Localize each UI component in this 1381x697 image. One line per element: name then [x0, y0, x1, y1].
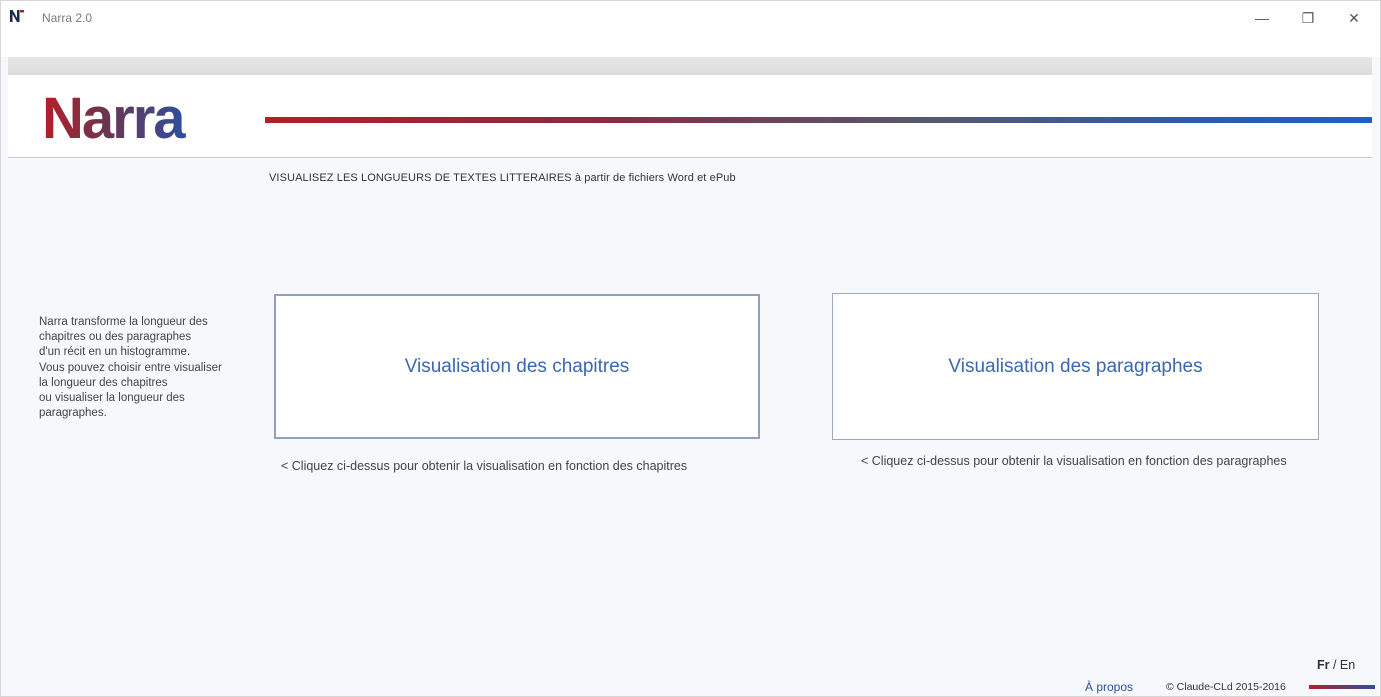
window-title: Narra 2.0	[42, 11, 93, 25]
header-gradient-line	[265, 117, 1372, 123]
close-button[interactable]: ✕	[1331, 5, 1377, 31]
toolbar-band	[8, 57, 1372, 75]
tagline: VISUALISEZ LES LONGUEURS DE TEXTES LITTE…	[269, 172, 736, 184]
restore-icon: ❐	[1301, 9, 1315, 26]
chapters-visualisation-button[interactable]: Visualisation des chapitres	[274, 294, 760, 439]
narra-app-icon	[10, 10, 24, 22]
lang-en-link[interactable]: En	[1340, 658, 1355, 672]
intro-line: Vous pouvez choisir entre visualiser	[39, 361, 222, 374]
minimize-icon: —	[1255, 10, 1269, 26]
paragraphs-visualisation-button[interactable]: Visualisation des paragraphes	[832, 293, 1319, 440]
app-window: Narra 2.0 — ❐ ✕ Narra VISUALISEZ LES LON…	[0, 0, 1381, 697]
narra-logo: Narra	[42, 89, 188, 149]
svg-text:Narra: Narra	[42, 89, 186, 149]
intro-line: la longueur des chapitres	[39, 376, 168, 389]
intro-line: ou visualiser la longueur des	[39, 392, 185, 405]
minimize-button[interactable]: —	[1239, 5, 1285, 31]
intro-line: d'un récit en un histogramme.	[39, 346, 191, 359]
intro-line: paragraphes.	[39, 407, 107, 420]
maximize-button[interactable]: ❐	[1285, 5, 1331, 31]
header: Narra	[8, 75, 1372, 158]
lang-fr-link[interactable]: Fr	[1317, 658, 1330, 672]
toolbar-spacer	[1, 33, 1380, 57]
intro-line: chapitres ou des paragraphes	[39, 331, 192, 344]
copyright: © Claude-CLd 2015-2016	[1166, 681, 1286, 693]
paragraphs-hint: < Cliquez ci-dessus pour obtenir la visu…	[861, 454, 1287, 468]
intro-line: Narra transforme la longueur des	[39, 316, 208, 328]
title-bar: Narra 2.0 — ❐ ✕	[1, 1, 1380, 33]
footer-gradient-bar	[1309, 685, 1375, 689]
close-icon: ✕	[1348, 9, 1360, 26]
lang-separator: /	[1329, 658, 1340, 672]
about-link[interactable]: À propos	[1085, 680, 1133, 694]
language-switch: Fr / En	[1317, 658, 1355, 672]
intro-text: Narra transforme la longueur des chapitr…	[39, 315, 254, 421]
paragraphs-button-label: Visualisation des paragraphes	[948, 355, 1203, 377]
chapters-button-label: Visualisation des chapitres	[404, 355, 630, 377]
chapters-hint: < Cliquez ci-dessus pour obtenir la visu…	[281, 459, 688, 473]
